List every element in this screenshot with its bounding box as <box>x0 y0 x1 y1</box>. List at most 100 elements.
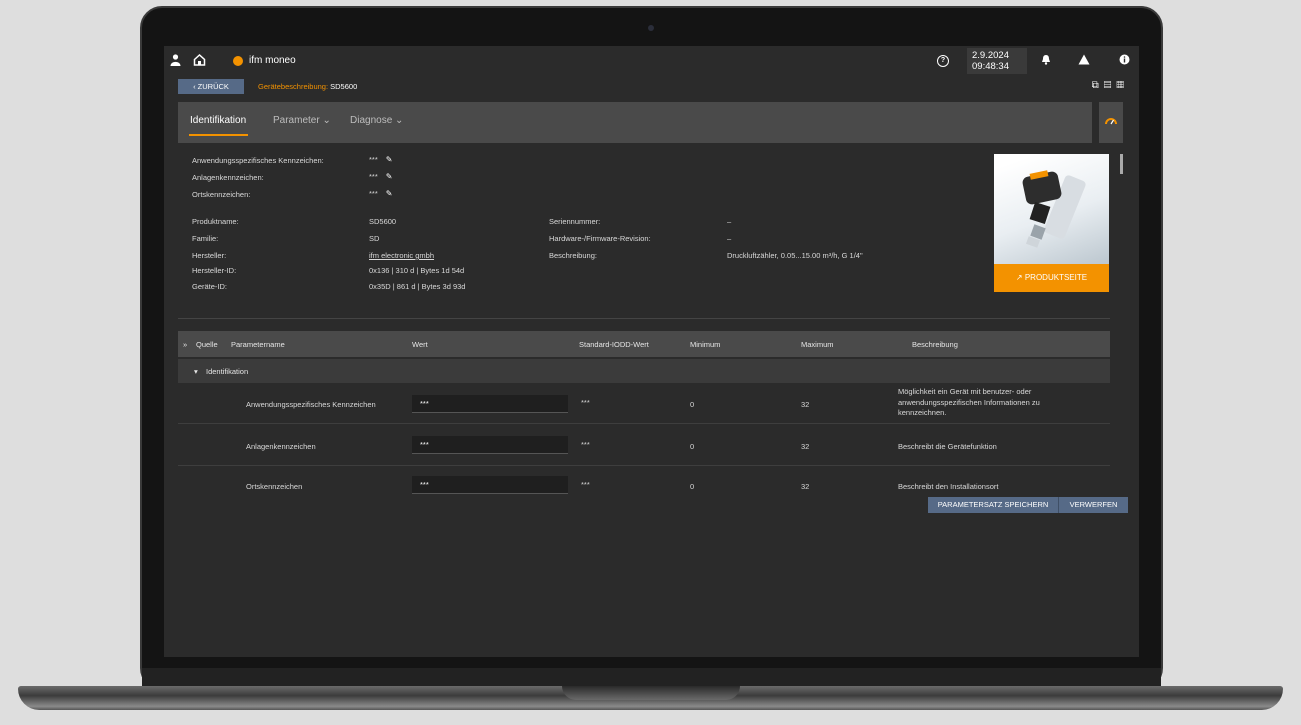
print-icon[interactable]: ▦ <box>1116 80 1129 91</box>
info-value-plant-tag: *** ✎ <box>369 172 392 181</box>
breadcrumb: Gerätebeschreibung: SD5600 <box>258 82 357 91</box>
pencil-icon[interactable]: ✎ <box>386 172 393 181</box>
camera <box>648 25 654 31</box>
pencil-icon[interactable]: ✎ <box>386 189 393 198</box>
description: Beschreibt den Installationsort <box>898 482 999 491</box>
breadcrumb-value: SD5600 <box>330 82 358 91</box>
dashboard-button[interactable] <box>1099 102 1123 143</box>
laptop-chin <box>142 668 1161 688</box>
col-parametername[interactable]: Parametername <box>231 340 285 349</box>
label-geraete-id: Geräte-ID: <box>192 282 228 291</box>
caret-down-icon: ▾ <box>194 367 198 376</box>
default-value: *** <box>581 440 590 449</box>
copy-icon[interactable]: ⧉ <box>1092 80 1104 91</box>
app-tag-value: *** <box>369 155 378 164</box>
table-header: » Quelle Parametername Wert Standard-IOD… <box>178 331 1110 357</box>
chevron-down-icon: ⌄ <box>322 115 331 126</box>
tab-parameter[interactable]: Parameter ⌄ <box>273 115 331 126</box>
default-value: *** <box>581 398 590 407</box>
table-row: Anlagenkennzeichen *** 0 32 Beschreibt d… <box>178 426 1110 466</box>
top-bar: ifm moneo ? 2.9.2024 09:48:34 <box>164 46 1139 76</box>
label-beschreibung: Beschreibung: <box>549 251 597 260</box>
param-name: Ortskennzeichen <box>246 482 303 491</box>
tab-identifikation[interactable]: Identifikation <box>190 115 246 126</box>
col-beschreibung[interactable]: Beschreibung <box>912 340 958 349</box>
link-hersteller[interactable]: ifm electronic gmbh <box>369 251 434 260</box>
chevron-down-icon: ⌄ <box>395 115 404 126</box>
value-geraete-id: 0x35D | 861 d | Bytes 3d 93d <box>369 282 466 291</box>
collapse-all-icon[interactable]: » <box>183 340 187 349</box>
table-group-row[interactable]: ▾ Identifikation <box>178 359 1110 383</box>
col-wert[interactable]: Wert <box>412 340 428 349</box>
pencil-icon[interactable]: ✎ <box>386 155 393 164</box>
laptop-notch <box>562 686 740 700</box>
help-icon[interactable]: ? <box>937 55 949 67</box>
info-label-app-tag: Anwendungsspezifisches Kennzeichen: <box>192 156 324 165</box>
description: Möglichkeit ein Gerät mit benutzer- oder… <box>898 387 1040 419</box>
value-seriennummer: – <box>727 217 732 226</box>
label-familie: Familie: <box>192 234 219 243</box>
datetime-display: 2.9.2024 09:48:34 <box>967 48 1027 74</box>
description-line: Möglichkeit ein Gerät mit benutzer- oder <box>898 387 1032 396</box>
tab-diagnose-label: Diagnose <box>350 115 393 126</box>
date: 2.9.2024 <box>972 50 1009 61</box>
user-icon[interactable] <box>168 54 182 68</box>
label-produktname: Produktname: <box>192 217 239 226</box>
bell-icon[interactable] <box>1039 54 1053 68</box>
max-value: 32 <box>801 400 810 409</box>
screen: ifm moneo ? 2.9.2024 09:48:34 ‹ ZURÜCK G… <box>164 46 1139 657</box>
label-seriennummer: Seriennummer: <box>549 217 601 226</box>
param-name: Anlagenkennzeichen <box>246 442 316 451</box>
value-input[interactable] <box>412 476 568 494</box>
group-label: Identifikation <box>206 367 249 376</box>
value-produktname: SD5600 <box>369 217 397 226</box>
product-page-label: PRODUKTSEITE <box>1024 273 1088 282</box>
external-link-icon: ↗ <box>1015 273 1023 282</box>
divider <box>178 318 1110 319</box>
info-icon[interactable] <box>1117 54 1131 68</box>
location-tag-value: *** <box>369 189 378 198</box>
col-quelle[interactable]: Quelle <box>196 340 218 349</box>
time: 09:48:34 <box>972 61 1009 72</box>
value-familie: SD <box>369 234 380 243</box>
label-revision: Hardware-/Firmware-Revision: <box>549 234 651 243</box>
home-icon[interactable] <box>192 53 206 68</box>
discard-button[interactable]: VERWERFEN <box>1058 497 1128 513</box>
col-minimum[interactable]: Minimum <box>690 340 720 349</box>
active-tab-indicator <box>189 134 248 136</box>
value-input[interactable] <box>412 395 568 413</box>
value-beschreibung: Druckluftzähler, 0.05...15.00 m³/h, G 1/… <box>727 251 863 260</box>
back-label: ZURÜCK <box>197 82 229 91</box>
default-value: *** <box>581 480 590 489</box>
save-parameters-button[interactable]: PARAMETERSATZ SPEICHERN <box>928 497 1058 513</box>
param-name: Anwendungsspezifisches Kennzeichen <box>246 400 376 409</box>
plant-tag-value: *** <box>369 172 378 181</box>
ifm-logo-icon <box>233 56 243 66</box>
save-icon[interactable]: ▤ <box>1104 80 1117 91</box>
product-page-button[interactable]: ↗ PRODUKTSEITE <box>994 264 1109 292</box>
value-hersteller-id: 0x136 | 310 d | Bytes 1d 54d <box>369 266 465 275</box>
min-value: 0 <box>690 400 695 409</box>
scrollbar[interactable] <box>1119 146 1124 491</box>
back-button[interactable]: ‹ ZURÜCK <box>178 79 244 94</box>
value-revision: – <box>727 234 732 243</box>
gauge-icon <box>1105 118 1117 125</box>
product-image <box>994 154 1109 264</box>
scroll-thumb[interactable] <box>1120 154 1123 174</box>
description-line: anwendungsspezifischen Informationen zu <box>898 397 1040 407</box>
tab-parameter-label: Parameter <box>273 115 320 126</box>
col-standard[interactable]: Standard-IODD-Wert <box>579 340 649 349</box>
max-value: 32 <box>801 482 810 491</box>
description: Beschreibt die Gerätefunktion <box>898 442 997 451</box>
max-value: 32 <box>801 442 810 451</box>
label-hersteller-id: Hersteller-ID: <box>192 266 237 275</box>
info-value-app-tag: *** ✎ <box>369 155 392 164</box>
info-value-location-tag: *** ✎ <box>369 189 392 198</box>
info-label-location-tag: Ortskennzeichen: <box>192 190 251 199</box>
info-label-plant-tag: Anlagenkennzeichen: <box>192 173 264 182</box>
value-input[interactable] <box>412 436 568 454</box>
tab-diagnose[interactable]: Diagnose ⌄ <box>350 115 403 126</box>
description-line: kennzeichnen. <box>898 408 947 417</box>
warning-icon[interactable] <box>1077 54 1091 68</box>
col-maximum[interactable]: Maximum <box>801 340 834 349</box>
